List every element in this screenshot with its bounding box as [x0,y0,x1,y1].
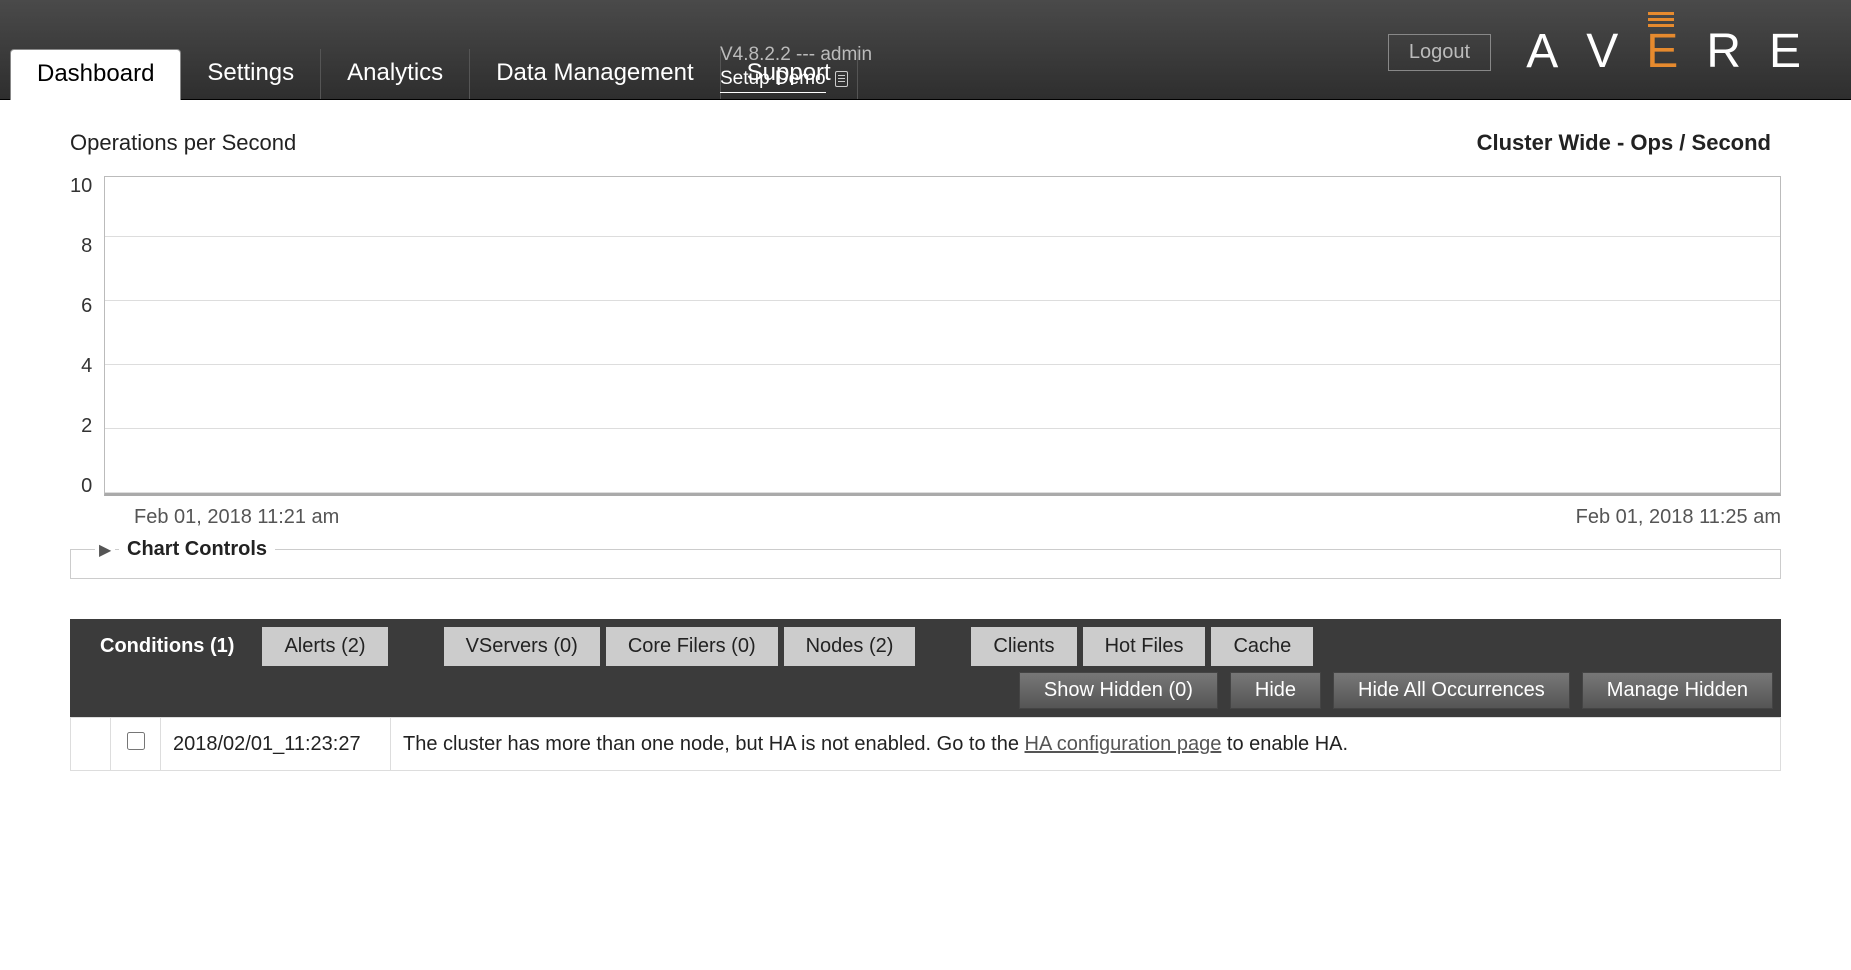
chart-controls-label: Chart Controls [119,538,275,561]
subtab-conditions[interactable]: Conditions (1) [78,627,256,666]
chart-title: Operations per Second [70,130,296,156]
logo-letter-r: R [1706,24,1751,79]
subtab-alerts[interactable]: Alerts (2) [262,627,387,666]
logout-button[interactable]: Logout [1388,34,1491,71]
tab-analytics[interactable]: Analytics [321,49,470,99]
y-tick: 10 [70,176,92,196]
subtab-core-filers[interactable]: Core Filers (0) [606,627,778,666]
chart-area: 10 8 6 4 2 0 [70,176,1781,496]
document-icon[interactable] [835,71,848,87]
subtab-nodes[interactable]: Nodes (2) [784,627,916,666]
conditions-table: 2018/02/01_11:23:27 The cluster has more… [70,717,1781,771]
y-tick: 0 [81,476,92,496]
subtab-hot-files[interactable]: Hot Files [1083,627,1206,666]
expand-arrow-icon[interactable]: ▶ [95,540,115,560]
subtab-vservers[interactable]: VServers (0) [444,627,600,666]
subtab-cache[interactable]: Cache [1211,627,1313,666]
table-row: 2018/02/01_11:23:27 The cluster has more… [71,718,1781,771]
logo-letter-v: V [1586,24,1628,79]
tab-data-management[interactable]: Data Management [470,49,720,99]
chart-plot[interactable] [104,176,1781,496]
subtab-bar: Conditions (1) Alerts (2) VServers (0) C… [70,619,1781,666]
header-meta: V4.8.2.2 --- admin Setup Demo [720,43,872,93]
row-message: The cluster has more than one node, but … [391,718,1781,771]
row-checkbox-cell [111,718,161,771]
logo-letter-e-accent: E [1646,24,1688,79]
lower-panel: Conditions (1) Alerts (2) VServers (0) C… [70,619,1781,771]
y-tick: 4 [81,356,92,376]
logo-letter-e2: E [1769,24,1811,79]
chart-controls-panel[interactable]: ▶ Chart Controls [70,549,1781,579]
row-timestamp: 2018/02/01_11:23:27 [161,718,391,771]
row-checkbox[interactable] [127,732,145,750]
x-axis: Feb 01, 2018 11:21 am Feb 01, 2018 11:25… [134,506,1781,529]
top-header: Dashboard Settings Analytics Data Manage… [0,0,1851,100]
tab-settings[interactable]: Settings [181,49,321,99]
logo-letter-a: A [1526,24,1568,79]
ha-config-link[interactable]: HA configuration page [1025,733,1222,755]
avere-logo: A V E R E [1526,24,1811,79]
main-content: Operations per Second Cluster Wide - Ops… [0,100,1851,811]
manage-hidden-button[interactable]: Manage Hidden [1582,672,1773,709]
y-tick: 6 [81,296,92,316]
x-end: Feb 01, 2018 11:25 am [1576,506,1781,529]
row-expand-cell[interactable] [71,718,111,771]
y-tick: 8 [81,236,92,256]
subtab-clients[interactable]: Clients [971,627,1076,666]
version-text: V4.8.2.2 --- admin [720,43,872,68]
hide-all-button[interactable]: Hide All Occurrences [1333,672,1570,709]
setup-demo-link[interactable]: Setup Demo [720,67,826,93]
x-start: Feb 01, 2018 11:21 am [134,506,339,529]
hide-button[interactable]: Hide [1230,672,1321,709]
show-hidden-button[interactable]: Show Hidden (0) [1019,672,1218,709]
y-axis: 10 8 6 4 2 0 [70,176,104,496]
y-tick: 2 [81,416,92,436]
chart-subtitle: Cluster Wide - Ops / Second [1477,130,1771,156]
action-bar: Show Hidden (0) Hide Hide All Occurrence… [70,666,1781,717]
msg-pre: The cluster has more than one node, but … [403,733,1025,755]
msg-post: to enable HA. [1221,733,1348,755]
tab-dashboard[interactable]: Dashboard [10,49,181,100]
